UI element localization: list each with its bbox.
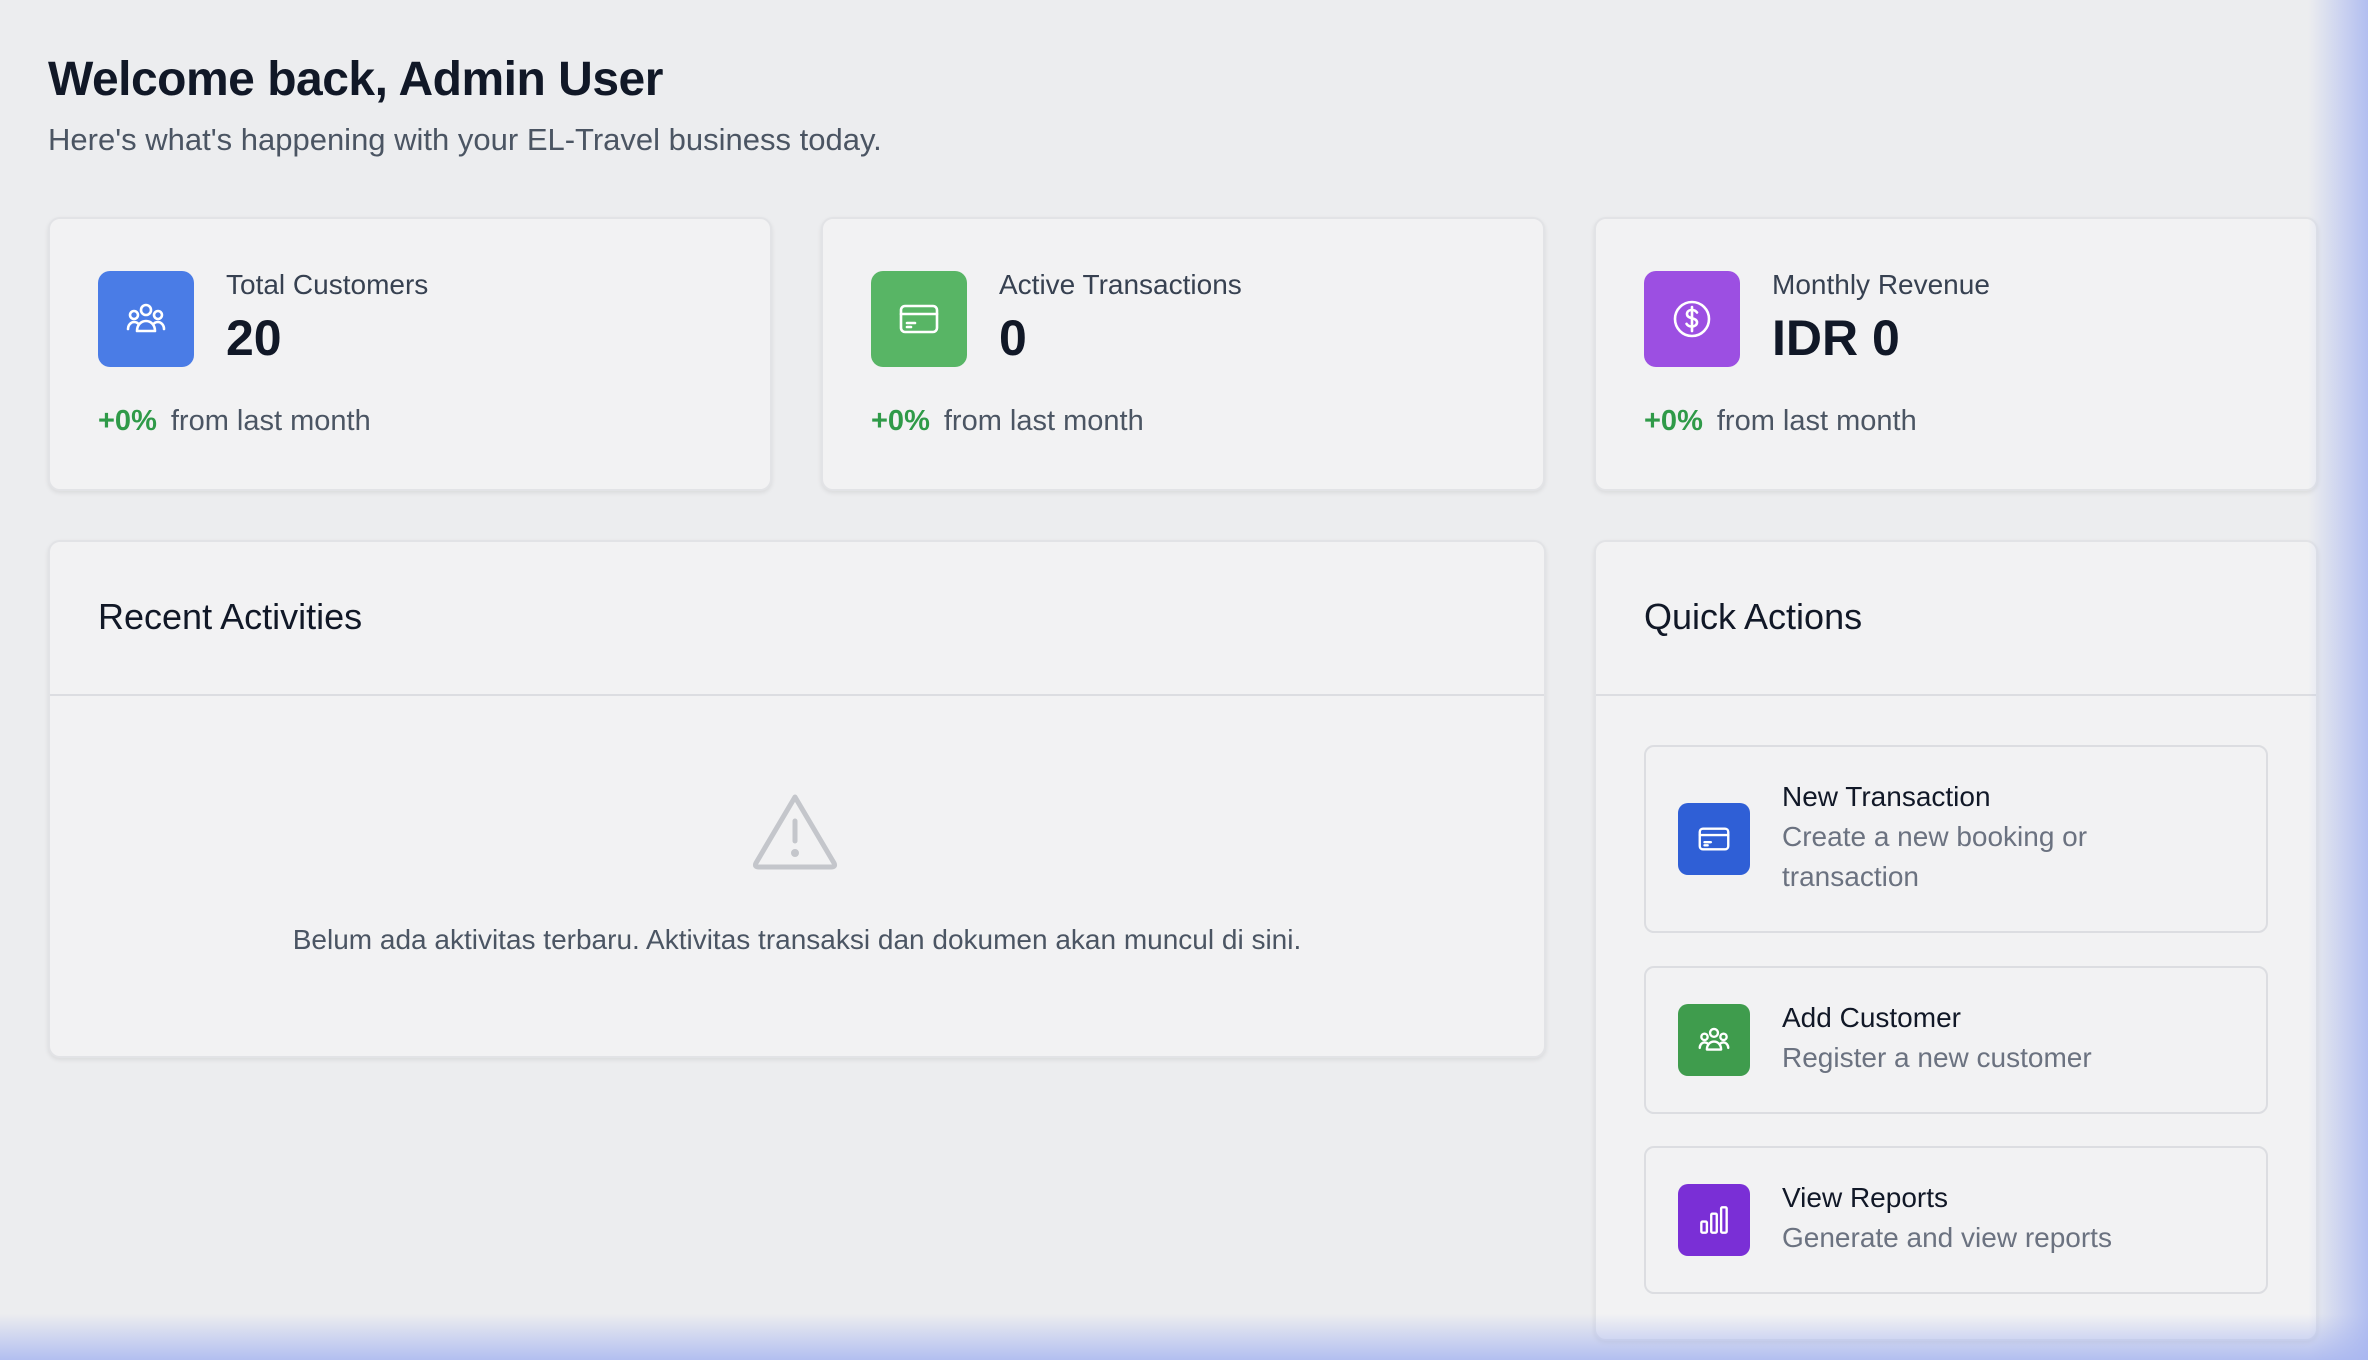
users-icon: [98, 271, 194, 367]
stat-value: 0: [999, 310, 1027, 366]
stat-label: Monthly Revenue: [1772, 269, 1990, 300]
action-title: View Reports: [1782, 1182, 1949, 1213]
warning-icon: [750, 791, 840, 876]
recent-activities-header: Recent Activities: [50, 542, 1544, 696]
page-header: Welcome back, Admin User Here's what's h…: [48, 50, 882, 160]
new-transaction-button[interactable]: New Transaction Create a new booking or …: [1644, 745, 2268, 933]
quick-actions-title: Quick Actions: [1644, 596, 1863, 637]
stat-card-active-transactions: Active Transactions 0 +0% from last month: [821, 217, 1545, 491]
quick-actions-panel: Quick Actions New Transaction Create a n…: [1594, 540, 2318, 1341]
action-title: New Transaction: [1782, 781, 1991, 812]
stat-label: Active Transactions: [999, 269, 1242, 300]
stat-change: +0%: [1644, 405, 1703, 437]
stat-change-suffix: from last month: [1716, 405, 1917, 437]
credit-card-icon: [1678, 803, 1750, 875]
add-customer-button[interactable]: Add Customer Register a new customer: [1644, 966, 2268, 1114]
stat-trend: +0% from last month: [871, 405, 1144, 438]
stat-trend: +0% from last month: [1644, 405, 1917, 438]
stat-card-total-customers: Total Customers 20 +0% from last month: [48, 217, 772, 491]
stat-change: +0%: [98, 405, 157, 437]
quick-actions-header: Quick Actions: [1596, 542, 2316, 696]
action-description: Generate and view reports: [1782, 1222, 2112, 1253]
dollar-icon: [1644, 271, 1740, 367]
view-reports-button[interactable]: View Reports Generate and view reports: [1644, 1146, 2268, 1294]
stat-value: 20: [226, 310, 282, 366]
empty-state-message: Belum ada aktivitas terbaru. Aktivitas t…: [292, 924, 1302, 955]
page-subtitle: Here's what's happening with your EL-Tra…: [48, 122, 882, 157]
stat-change-suffix: from last month: [943, 405, 1144, 437]
stat-value: IDR 0: [1772, 310, 1900, 366]
stat-change: +0%: [871, 405, 930, 437]
users-icon: [1678, 1004, 1750, 1076]
credit-card-icon: [871, 271, 967, 367]
recent-activities-title: Recent Activities: [98, 596, 363, 637]
bar-chart-icon: [1678, 1184, 1750, 1256]
stat-label: Total Customers: [226, 269, 429, 300]
stat-trend: +0% from last month: [98, 405, 371, 438]
stat-card-monthly-revenue: Monthly Revenue IDR 0 +0% from last month: [1594, 217, 2318, 491]
action-description: Create a new booking or transaction: [1782, 821, 2088, 892]
action-description: Register a new customer: [1782, 1042, 2092, 1073]
action-title: Add Customer: [1782, 1002, 1961, 1033]
stat-change-suffix: from last month: [170, 405, 371, 437]
recent-activities-panel: Recent Activities Belum ada aktivitas te…: [48, 540, 1546, 1058]
page-title: Welcome back, Admin User: [48, 53, 663, 106]
empty-state: Belum ada aktivitas terbaru. Aktivitas t…: [50, 696, 1544, 1056]
